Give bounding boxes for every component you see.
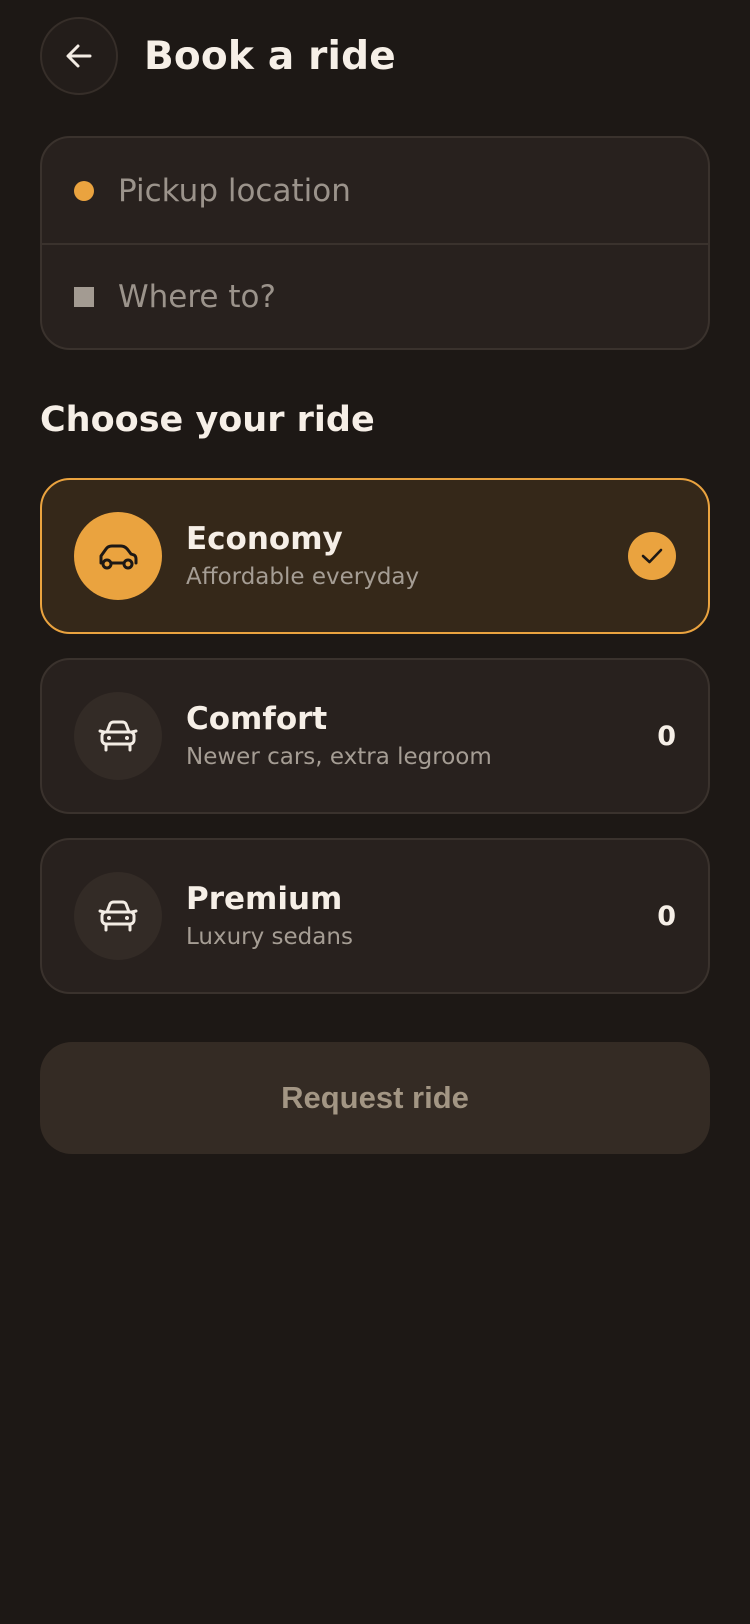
ride-text: Premium Luxury sedans xyxy=(186,879,657,953)
ride-price: 0 xyxy=(657,900,676,932)
section-title: Choose your ride xyxy=(40,400,375,440)
header: Book a ride xyxy=(40,16,710,96)
ride-price: 0 xyxy=(657,720,676,752)
ride-option-comfort[interactable]: Comfort Newer cars, extra legroom 0 xyxy=(40,658,710,814)
ride-description: Newer cars, extra legroom xyxy=(186,744,492,770)
ride-icon-badge xyxy=(74,872,162,960)
pickup-input[interactable] xyxy=(118,172,658,209)
ride-description: Luxury sedans xyxy=(186,924,353,950)
pickup-dot-icon xyxy=(74,180,94,201)
destination-input[interactable] xyxy=(118,278,658,315)
ride-name: Economy xyxy=(186,521,343,557)
page-title: Book a ride xyxy=(144,33,396,79)
ride-icon-badge xyxy=(74,512,162,600)
ride-option-premium[interactable]: Premium Luxury sedans 0 xyxy=(40,838,710,994)
ride-text: Economy Affordable everyday xyxy=(186,519,628,593)
destination-row[interactable] xyxy=(42,243,708,348)
ride-name: Premium xyxy=(186,881,343,917)
car-front-icon xyxy=(98,718,138,754)
car-front-icon xyxy=(98,898,138,934)
request-ride-button[interactable]: Request ride xyxy=(40,1042,710,1154)
back-button[interactable] xyxy=(40,17,118,95)
check-icon xyxy=(640,544,664,568)
car-side-icon xyxy=(97,541,139,571)
ride-icon-badge xyxy=(74,692,162,780)
arrow-left-icon xyxy=(63,40,95,72)
ride-name: Comfort xyxy=(186,701,328,737)
ride-description: Affordable everyday xyxy=(186,564,420,590)
ride-text: Comfort Newer cars, extra legroom xyxy=(186,699,657,773)
location-card xyxy=(40,136,710,350)
ride-option-economy[interactable]: Economy Affordable everyday xyxy=(40,478,710,634)
destination-square-icon xyxy=(74,286,94,307)
pickup-row[interactable] xyxy=(42,138,708,243)
selected-check-badge xyxy=(628,532,676,580)
